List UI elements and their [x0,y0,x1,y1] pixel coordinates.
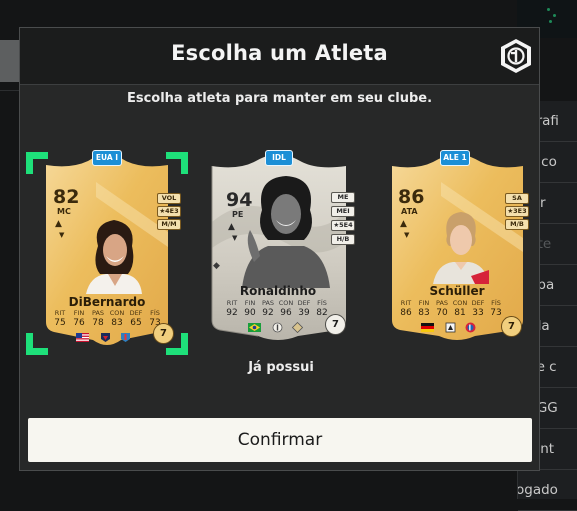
chemistry-badge: 7 [153,323,174,344]
player-name: Ronaldinho [239,284,317,298]
boot-icon: ▲ [400,219,407,229]
player-rating: 86 [398,186,425,208]
stat-label: FÍS [317,299,327,307]
stat-value: 92 [262,308,274,318]
stat-label: RIT [400,299,412,307]
role-tag: VOL [157,193,181,204]
stat-label: FÍS [150,309,160,317]
germany-flag-icon [421,323,434,332]
stat-value: 70 [436,308,448,318]
player-card-ronaldinho[interactable]: IDL 94 PE ▲ ▼ ◆ ME MEI ★5E4 H/B Ronaldin… [208,150,358,342]
rank-icon: ▼ [404,231,410,239]
stat-label: DEF [129,309,143,317]
boot-icon: ▲ [228,222,235,232]
choose-player-modal: Escolha um Atleta Escolha atleta para ma… [19,27,540,471]
rank-icon: ▼ [59,231,65,239]
stat-label: CON [278,299,294,307]
brazil-flag-icon [248,323,261,332]
stat-value: 81 [454,308,466,318]
modal-header: Escolha um Atleta [20,28,539,85]
player-photo [242,176,330,288]
stat-label: PAS [261,299,275,307]
modal-subtitle: Escolha atleta para manter em seu clube. [126,91,433,106]
icons-club-icon [292,322,303,333]
stat-value: 90 [244,308,256,318]
player-card-schuller[interactable]: ALE 1 86 ATA ▲ ▼ SA ★3E3 M/B Schüller RI… [389,150,539,342]
player-rating: 82 [53,186,80,208]
stat-label: DEF [471,299,485,307]
background-divider [0,90,20,91]
stat-value: 39 [298,308,310,318]
stat-value: 83 [418,308,430,318]
role-tag: MEI [331,206,355,217]
stat-value: 96 [280,308,292,318]
league-crest-icon [101,333,110,342]
rarity-badge: EUA I [92,150,122,166]
rank-icon: ▼ [232,234,238,242]
stat-label: DEF [297,299,311,307]
stat-value: 75 [54,318,66,328]
side-menu-item[interactable]: ogado [518,470,577,511]
workrate-tag: M/B [505,219,529,230]
chemistry-badge: 7 [325,314,346,335]
stat-label: RIT [54,309,66,317]
player-photo [433,212,489,284]
league-crest-icon [445,322,456,333]
stat-value: 83 [111,318,123,328]
skill-tag: ★3E3 [505,206,529,217]
diamond-icon: ◆ [213,261,220,271]
stat-label: FÍS [491,299,501,307]
info-icon[interactable] [499,38,533,74]
boot-icon: ▲ [55,219,62,229]
workrate-tag: M/M [157,219,181,230]
modal-title: Escolha um Atleta [171,41,388,65]
player-position: ATA [401,207,418,216]
stat-value: 86 [400,308,412,318]
background-panel [0,40,19,82]
role-tag: SA [505,193,529,204]
player-position: MC [57,207,71,216]
bayern-crest-icon [465,322,476,333]
rarity-badge: IDL [265,150,293,166]
stat-label: FIN [73,309,85,317]
stat-label: FIN [418,299,430,307]
stat-label: PAS [91,309,105,317]
us-flag-icon [76,333,89,342]
player-photo [86,220,142,294]
stat-value: 78 [92,318,104,328]
player-name: Schüller [429,284,485,298]
player-card-dibernardo[interactable]: EUA I 82 MC ▲ ▼ VOL ★4E3 M/M DiBernardo … [26,150,188,355]
workrate-tag: H/B [331,234,355,245]
stat-value: 76 [73,318,85,328]
stat-label: RIT [226,299,238,307]
club-crest-icon [121,333,130,342]
skill-tag: ★4E3 [157,206,181,217]
role-tag: ME [331,192,355,203]
stat-value: 92 [226,308,238,318]
stat-value: 33 [472,308,484,318]
player-name: DiBernardo [68,295,146,309]
already-owned-label: Já possui [248,360,314,375]
stat-value: 73 [490,308,502,318]
stat-label: CON [109,309,125,317]
skill-tag: ★5E4 [331,220,355,231]
stat-label: FIN [244,299,256,307]
confirm-button[interactable]: Confirmar [28,418,532,462]
icons-league-icon [272,322,283,333]
stat-label: PAS [435,299,449,307]
stat-label: CON [452,299,468,307]
stat-value: 65 [130,318,142,328]
chemistry-badge: 7 [501,316,522,337]
rarity-badge: ALE 1 [440,150,470,166]
